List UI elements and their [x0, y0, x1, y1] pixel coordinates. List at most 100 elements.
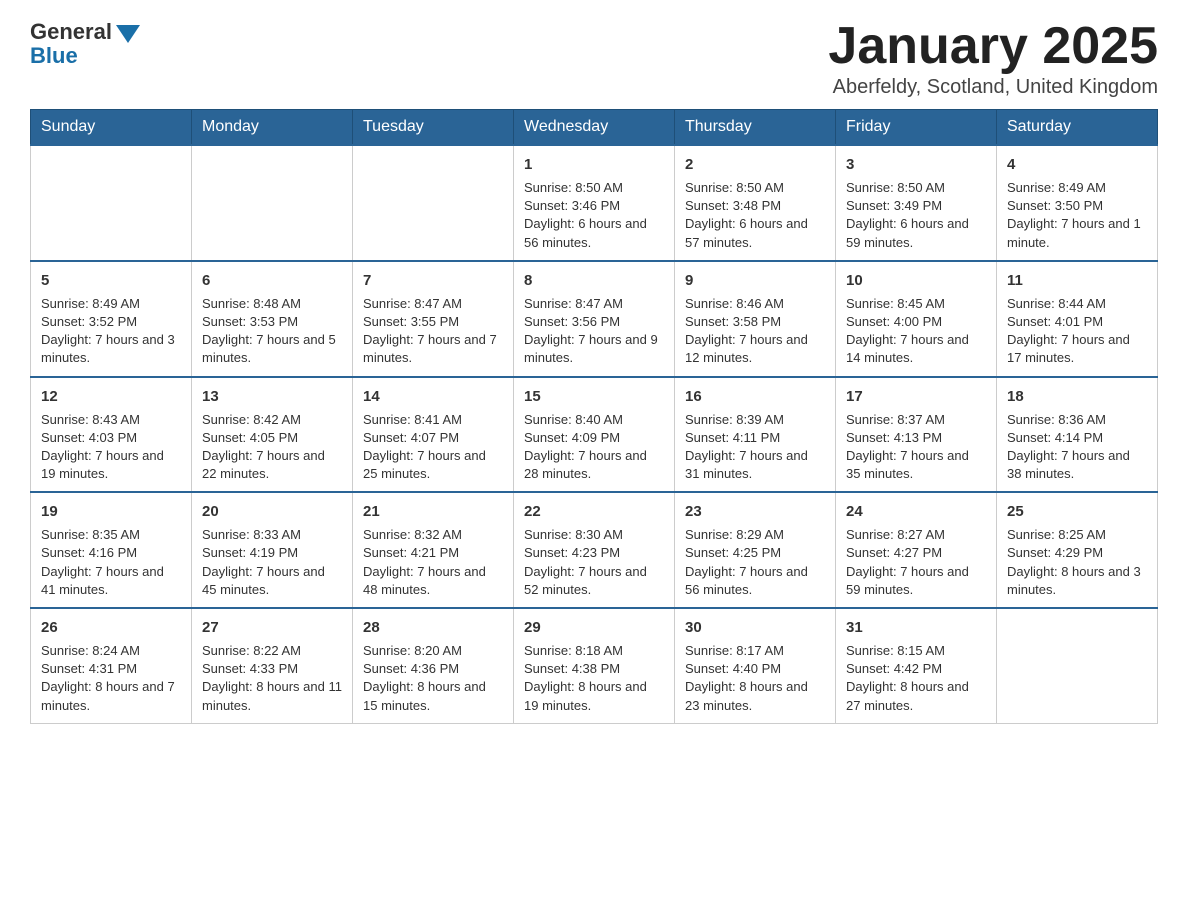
calendar-cell: 11Sunrise: 8:44 AMSunset: 4:01 PMDayligh… [997, 261, 1158, 377]
day-info: Sunrise: 8:48 AM [202, 295, 342, 313]
day-info: Daylight: 8 hours and 3 minutes. [1007, 563, 1147, 599]
day-info: Sunrise: 8:33 AM [202, 526, 342, 544]
calendar-cell: 23 Sunrise: 8:29 AMSunset: 4:25 PMDayligh… [675, 492, 836, 608]
day-info: Sunset: 4:13 PM [846, 429, 986, 447]
day-info: Daylight: 7 hours and 9 minutes. [524, 331, 664, 367]
calendar-cell: 15Sunrise: 8:40 AMSunset: 4:09 PMDayligh… [514, 377, 675, 493]
calendar-cell: 24Sunrise: 8:27 AMSunset: 4:27 PMDayligh… [836, 492, 997, 608]
logo-name-blue: Blue [30, 44, 140, 68]
day-info: Sunset: 4:27 PM [846, 544, 986, 562]
day-number: 11 [1007, 270, 1147, 291]
day-info: Daylight: 8 hours and 15 minutes. [363, 678, 503, 714]
day-info: Sunrise: 8:39 AM [685, 411, 825, 429]
calendar-cell: 25Sunrise: 8:25 AMSunset: 4:29 PMDayligh… [997, 492, 1158, 608]
days-of-week-row: SundayMondayTuesdayWednesdayThursdayFrid… [31, 110, 1158, 146]
day-info: Daylight: 7 hours and 25 minutes. [363, 447, 503, 483]
day-info: Sunrise: 8:20 AM [363, 642, 503, 660]
calendar-week-row: 19Sunrise: 8:35 AMSunset: 4:16 PMDayligh… [31, 492, 1158, 608]
day-info: Sunrise: 8:47 AM [524, 295, 664, 313]
calendar-cell: 22Sunrise: 8:30 AMSunset: 4:23 PMDayligh… [514, 492, 675, 608]
day-info: Sunrise: 8:25 AM [1007, 526, 1147, 544]
day-info: Sunrise: 8:50 AM [685, 179, 825, 197]
day-info: Sunrise: 8:41 AM [363, 411, 503, 429]
calendar-cell: 29Sunrise: 8:18 AMSunset: 4:38 PMDayligh… [514, 608, 675, 723]
day-info: Daylight: 7 hours and 1 minute. [1007, 215, 1147, 251]
day-info: Sunrise: 8:29 AM [685, 526, 825, 544]
day-info: Daylight: 7 hours and 7 minutes. [363, 331, 503, 367]
day-info: Sunset: 4:33 PM [202, 660, 342, 678]
day-number: 21 [363, 501, 503, 522]
calendar-cell: 7 Sunrise: 8:47 AMSunset: 3:55 PMDaylight… [353, 261, 514, 377]
calendar-cell: 8 Sunrise: 8:47 AMSunset: 3:56 PMDaylight… [514, 261, 675, 377]
calendar-cell [353, 145, 514, 261]
calendar-cell: 21Sunrise: 8:32 AMSunset: 4:21 PMDayligh… [353, 492, 514, 608]
day-info: Daylight: 7 hours and 45 minutes. [202, 563, 342, 599]
day-number: 9 [685, 270, 825, 291]
day-number: 8 [524, 270, 664, 291]
calendar-cell: 9Sunrise: 8:46 AMSunset: 3:58 PMDaylight… [675, 261, 836, 377]
calendar-cell: 28Sunrise: 8:20 AMSunset: 4:36 PMDayligh… [353, 608, 514, 723]
day-info: Sunrise: 8:27 AM [846, 526, 986, 544]
day-info: Daylight: 7 hours and 22 minutes. [202, 447, 342, 483]
day-info: Sunset: 4:03 PM [41, 429, 181, 447]
day-info: Sunset: 3:46 PM [524, 197, 664, 215]
day-info: Sunrise: 8:22 AM [202, 642, 342, 660]
day-info: Daylight: 7 hours and 56 minutes. [685, 563, 825, 599]
calendar-cell: 17Sunrise: 8:37 AMSunset: 4:13 PMDayligh… [836, 377, 997, 493]
day-info: Sunset: 4:19 PM [202, 544, 342, 562]
location-subtitle: Aberfeldy, Scotland, United Kingdom [828, 76, 1158, 99]
day-number: 30 [685, 617, 825, 638]
day-info: Sunrise: 8:24 AM [41, 642, 181, 660]
logo-text: General Blue [30, 20, 140, 68]
calendar-cell: 6Sunrise: 8:48 AMSunset: 3:53 PMDaylight… [192, 261, 353, 377]
day-info: Sunrise: 8:42 AM [202, 411, 342, 429]
calendar-cell: 10Sunrise: 8:45 AMSunset: 4:00 PMDayligh… [836, 261, 997, 377]
calendar-cell: 5Sunrise: 8:49 AMSunset: 3:52 PMDaylight… [31, 261, 192, 377]
calendar-week-row: 5Sunrise: 8:49 AMSunset: 3:52 PMDaylight… [31, 261, 1158, 377]
day-info: Sunrise: 8:47 AM [363, 295, 503, 313]
day-number: 7 [363, 270, 503, 291]
day-number: 6 [202, 270, 342, 291]
day-number: 15 [524, 386, 664, 407]
calendar-cell: 27Sunrise: 8:22 AMSunset: 4:33 PMDayligh… [192, 608, 353, 723]
column-header-thursday: Thursday [675, 110, 836, 146]
day-info: Sunset: 4:42 PM [846, 660, 986, 678]
day-info: Daylight: 7 hours and 14 minutes. [846, 331, 986, 367]
day-number: 23 [685, 501, 825, 522]
calendar-cell [31, 145, 192, 261]
day-number: 26 [41, 617, 181, 638]
day-info: Sunrise: 8:18 AM [524, 642, 664, 660]
day-number: 16 [685, 386, 825, 407]
day-info: Sunset: 4:05 PM [202, 429, 342, 447]
day-info: Sunset: 3:55 PM [363, 313, 503, 331]
day-info: Daylight: 7 hours and 41 minutes. [41, 563, 181, 599]
day-info: Sunrise: 8:40 AM [524, 411, 664, 429]
day-number: 17 [846, 386, 986, 407]
day-number: 13 [202, 386, 342, 407]
day-info: Sunset: 4:38 PM [524, 660, 664, 678]
day-info: Sunset: 3:48 PM [685, 197, 825, 215]
calendar-cell: 19Sunrise: 8:35 AMSunset: 4:16 PMDayligh… [31, 492, 192, 608]
day-info: Sunset: 4:09 PM [524, 429, 664, 447]
day-info: Daylight: 8 hours and 19 minutes. [524, 678, 664, 714]
day-number: 1 [524, 154, 664, 175]
day-info: Sunset: 4:29 PM [1007, 544, 1147, 562]
day-info: Sunset: 3:56 PM [524, 313, 664, 331]
day-info: Sunset: 4:40 PM [685, 660, 825, 678]
calendar-cell: 4Sunrise: 8:49 AMSunset: 3:50 PMDaylight… [997, 145, 1158, 261]
day-info: Sunset: 3:52 PM [41, 313, 181, 331]
day-number: 22 [524, 501, 664, 522]
day-info: Daylight: 7 hours and 5 minutes. [202, 331, 342, 367]
day-info: Sunset: 4:14 PM [1007, 429, 1147, 447]
calendar-cell [997, 608, 1158, 723]
day-info: Daylight: 7 hours and 3 minutes. [41, 331, 181, 367]
day-info: Sunset: 4:25 PM [685, 544, 825, 562]
calendar-cell: 26Sunrise: 8:24 AMSunset: 4:31 PMDayligh… [31, 608, 192, 723]
column-header-friday: Friday [836, 110, 997, 146]
day-info: Sunrise: 8:15 AM [846, 642, 986, 660]
day-info: Sunrise: 8:50 AM [846, 179, 986, 197]
calendar-cell [192, 145, 353, 261]
day-number: 19 [41, 501, 181, 522]
logo-name-general: General [30, 20, 112, 44]
day-number: 3 [846, 154, 986, 175]
